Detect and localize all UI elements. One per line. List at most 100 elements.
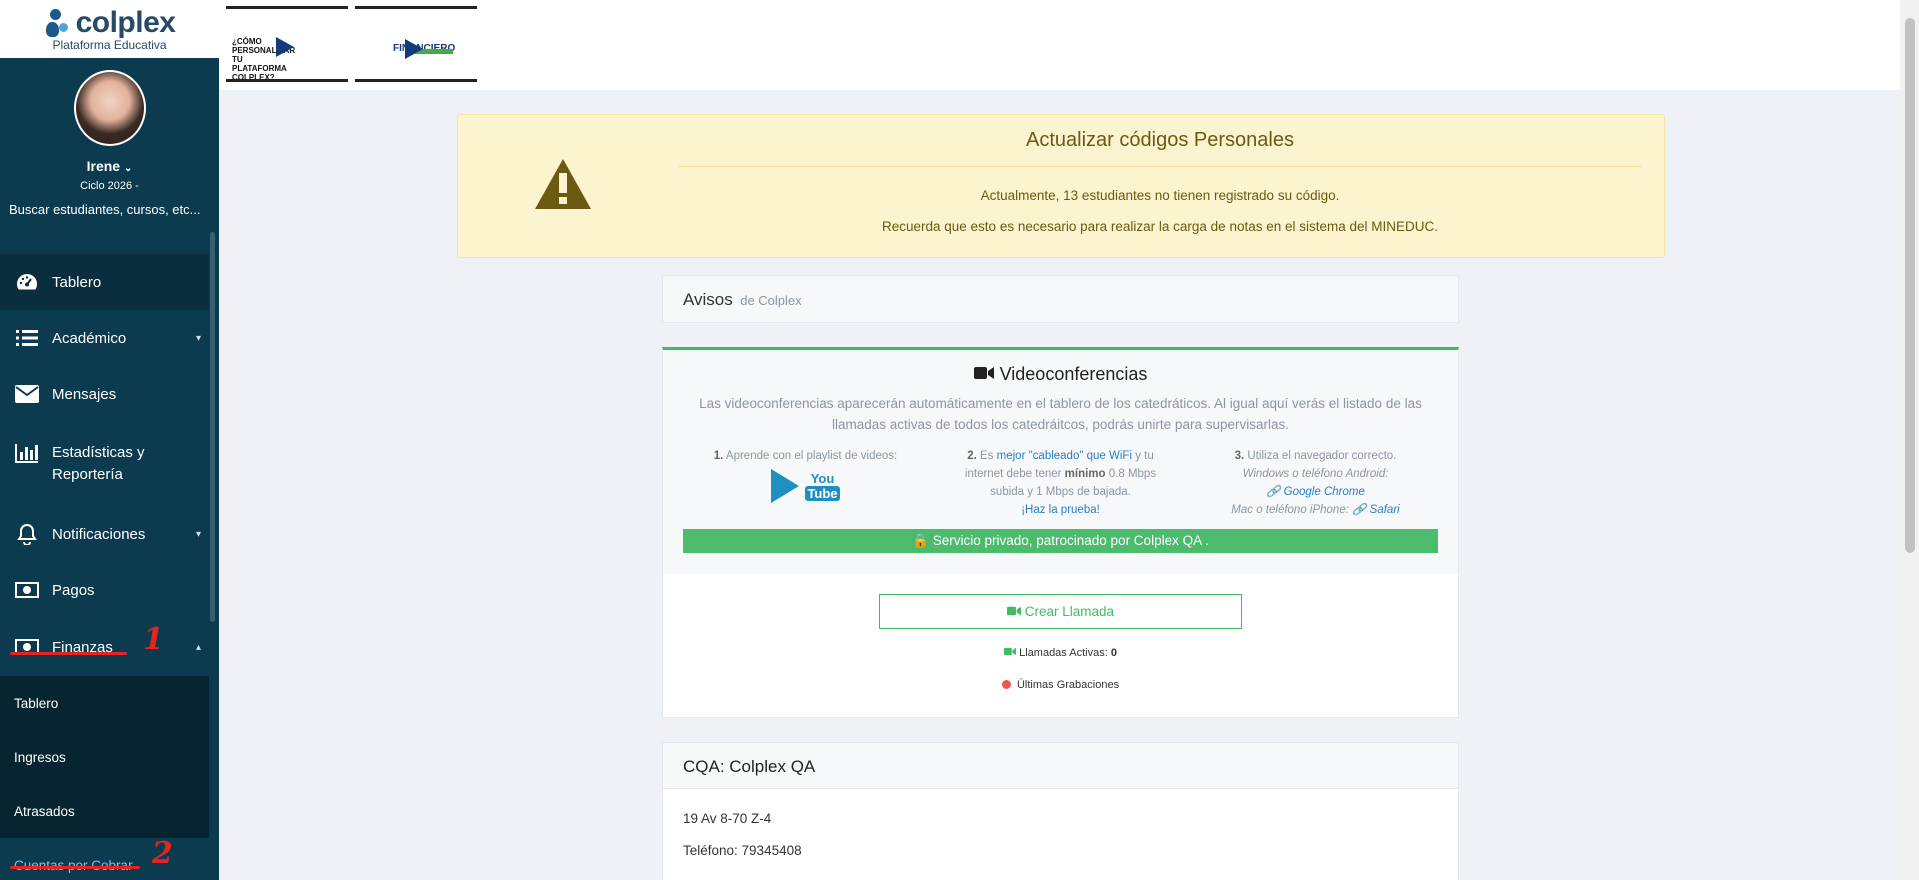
safari-link[interactable]: 🔗 Safari bbox=[1352, 504, 1400, 516]
grabaciones-label: Últimas Grabaciones bbox=[1016, 679, 1120, 691]
sidebar-item-label: Notificaciones bbox=[52, 525, 146, 543]
play-icon bbox=[276, 37, 294, 57]
chevron-down-icon: ▾ bbox=[195, 528, 201, 540]
video-title: Videoconferencias bbox=[999, 364, 1148, 384]
alert-codigos: Actualizar códigos Personales Actualment… bbox=[457, 114, 1665, 258]
crear-llamada-label: Crear Llamada bbox=[1024, 604, 1115, 619]
privado-text: Servicio privado, patrocinado por Colple… bbox=[932, 533, 1209, 548]
submenu-item-ingresos[interactable]: Ingresos bbox=[0, 730, 209, 784]
speedtest-link[interactable]: ¡Haz la prueba! bbox=[1021, 504, 1100, 516]
sidebar-item-notificaciones[interactable]: Notificaciones ▾ bbox=[0, 506, 209, 562]
submenu-item-atrasados[interactable]: Atrasados bbox=[0, 784, 209, 838]
alert-line-1: Actualmente, 13 estudiantes no tienen re… bbox=[980, 188, 1340, 203]
cqa-card: CQA: Colplex QA 19 Av 8-70 Z-4 Teléfono:… bbox=[662, 742, 1459, 880]
cqa-title: CQA: Colplex QA bbox=[663, 743, 1458, 789]
profile: Irene ⌄ Ciclo 2026 - Buscar estudiantes,… bbox=[0, 58, 219, 217]
sidebar-item-label: Pagos bbox=[52, 581, 95, 599]
safari-label: Safari bbox=[1369, 504, 1400, 516]
sidebar-item-label: Tablero bbox=[52, 273, 102, 291]
videoconferencias-card: Videoconferencias Las videoconferencias … bbox=[662, 347, 1459, 718]
search-input[interactable]: Buscar estudiantes, cursos, etc... bbox=[0, 202, 219, 217]
chevron-down-icon: ▾ bbox=[195, 332, 201, 344]
annotation-underline-2 bbox=[10, 866, 140, 869]
video-camera-icon bbox=[973, 364, 994, 385]
step-emphasis: mínimo bbox=[1064, 468, 1106, 480]
youtube-icon: You Tube bbox=[805, 470, 840, 501]
step-number: 2. bbox=[967, 450, 977, 462]
scrollbar-thumb[interactable] bbox=[1905, 18, 1915, 553]
sidebar-item-mensajes[interactable]: Mensajes bbox=[0, 366, 209, 422]
user-menu[interactable]: Irene ⌄ bbox=[0, 158, 219, 174]
brand-name: colplex bbox=[75, 6, 176, 39]
cqa-phone: Teléfono: 79345408 bbox=[683, 843, 802, 858]
step-text: Es bbox=[980, 450, 994, 462]
activas-label: Llamadas Activas: bbox=[1019, 647, 1108, 659]
cableado-link[interactable]: mejor "cableado" que WiFi bbox=[997, 450, 1132, 462]
lock-icon: 🔒 bbox=[912, 533, 929, 548]
play-icon bbox=[771, 469, 800, 503]
brand-subtitle: Plataforma Educativa bbox=[52, 38, 167, 52]
youtube-link[interactable]: You Tube bbox=[703, 469, 908, 503]
bar-chart-icon bbox=[14, 442, 40, 464]
step-text: Aprende con el playlist de videos: bbox=[725, 450, 898, 462]
step-text: Windows o teléfono Android: bbox=[1242, 468, 1389, 480]
annotation-number-1: 1 bbox=[143, 622, 164, 657]
sidebar-item-academico[interactable]: Académico ▾ bbox=[0, 310, 209, 366]
sidebar-item-finanzas[interactable]: Finanzas ▴ bbox=[0, 618, 209, 676]
page-scrollbar[interactable] bbox=[1900, 0, 1919, 880]
user-name: Irene bbox=[86, 158, 121, 174]
video-description: Las videoconferencias aparecerán automát… bbox=[699, 396, 1422, 432]
sidebar: colplex Plataforma Educativa Irene ⌄ Cic… bbox=[0, 0, 219, 880]
chrome-label: Google Chrome bbox=[1283, 486, 1365, 498]
chevron-down-icon: ⌄ bbox=[123, 163, 133, 174]
avatar[interactable] bbox=[73, 70, 146, 146]
video-thumbnail-personalizar[interactable]: ¿CÓMO PERSONALIZAR TU PLATAFORMA COLPLEX… bbox=[226, 6, 348, 82]
sidebar-item-estadisticas[interactable]: Estadísticas y Reportería bbox=[0, 422, 209, 506]
ultimas-grabaciones[interactable]: Últimas Grabaciones bbox=[663, 679, 1458, 691]
video-thumbnail-financiero[interactable]: FINANCIERO bbox=[355, 6, 477, 82]
money-bill-icon bbox=[14, 579, 40, 601]
sidebar-nav: Tablero Académico ▾ Mensajes Estadística… bbox=[0, 254, 209, 880]
step-number: 3. bbox=[1234, 450, 1245, 462]
chrome-link[interactable]: 🔗 Google Chrome bbox=[1266, 486, 1365, 498]
sidebar-item-label: Académico bbox=[52, 329, 127, 347]
sidebar-item-tablero[interactable]: Tablero bbox=[0, 254, 209, 310]
submenu-item-tablero[interactable]: Tablero bbox=[0, 676, 209, 730]
sidebar-item-label: Estadísticas y bbox=[52, 444, 145, 461]
finanzas-submenu: Tablero Ingresos Atrasados bbox=[0, 676, 209, 838]
avisos-card: Avisos de Colplex bbox=[662, 275, 1459, 323]
chevron-up-icon: ▴ bbox=[195, 641, 201, 653]
avisos-title: Avisos bbox=[683, 290, 733, 309]
sidebar-item-pagos[interactable]: Pagos bbox=[0, 562, 209, 618]
submenu-item-cuentas-por-cobrar[interactable]: Cuentas por Cobrar bbox=[0, 838, 209, 880]
bell-icon bbox=[14, 523, 40, 545]
step-text: Utiliza el navegador correcto. bbox=[1247, 450, 1397, 462]
step-number: 1. bbox=[713, 450, 724, 462]
ciclo-label: Ciclo 2026 - bbox=[80, 180, 139, 192]
step-3: 3. Utiliza el navegador correcto. Window… bbox=[1213, 447, 1418, 519]
youtube-tube: Tube bbox=[805, 485, 840, 501]
warning-icon bbox=[533, 157, 593, 216]
link-icon: 🔗 bbox=[1352, 504, 1367, 516]
crear-llamada-button[interactable]: Crear Llamada bbox=[879, 594, 1242, 629]
video-camera-icon bbox=[1006, 604, 1025, 619]
record-dot-icon bbox=[1001, 680, 1011, 689]
sidebar-scrollbar[interactable] bbox=[210, 232, 215, 622]
alert-line-2: Recuerda que esto es necesario para real… bbox=[881, 219, 1439, 234]
privado-banner: 🔒 Servicio privado, patrocinado por Colp… bbox=[683, 529, 1438, 553]
youtube-you: You bbox=[810, 470, 835, 486]
logo[interactable]: colplex Plataforma Educativa bbox=[0, 0, 219, 58]
annotation-underline-1 bbox=[10, 652, 127, 655]
sidebar-item-label: Mensajes bbox=[52, 385, 117, 403]
play-icon bbox=[405, 39, 423, 59]
link-icon: 🔗 bbox=[1266, 486, 1281, 498]
sidebar-item-label-2: Reportería bbox=[52, 466, 123, 483]
top-bar: ¿CÓMO PERSONALIZAR TU PLATAFORMA COLPLEX… bbox=[219, 0, 1900, 90]
step-2: 2. Es mejor "cableado" que WiFi y tu int… bbox=[958, 447, 1163, 519]
avisos-subtitle: de Colplex bbox=[740, 293, 802, 308]
list-icon bbox=[14, 327, 40, 349]
envelope-icon bbox=[14, 383, 40, 405]
dashboard-icon bbox=[14, 271, 40, 293]
colplex-logo-icon bbox=[44, 7, 72, 39]
cqa-address: 19 Av 8-70 Z-4 bbox=[683, 811, 772, 826]
